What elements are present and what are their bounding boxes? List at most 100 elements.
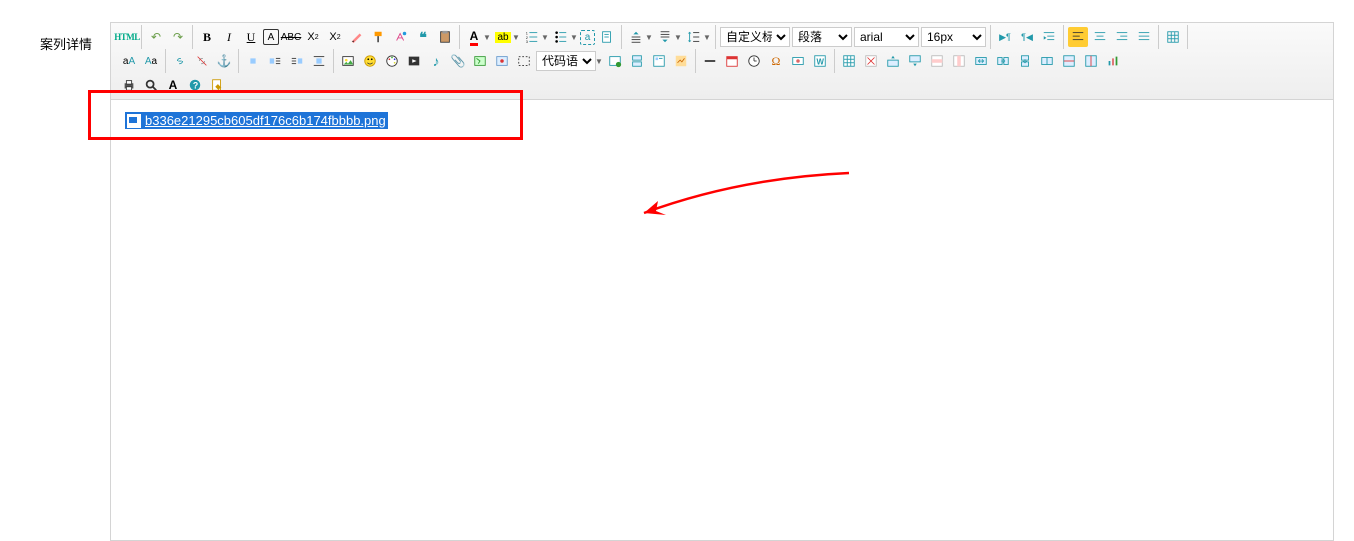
link-button[interactable] [170, 51, 190, 71]
deletetable-button[interactable] [861, 51, 881, 71]
rsb-dropdown-icon[interactable]: ▼ [674, 33, 683, 42]
insertframe-button[interactable] [514, 51, 534, 71]
lh-dropdown-icon[interactable]: ▼ [703, 33, 712, 42]
date-button[interactable] [722, 51, 742, 71]
direction-rtl-button[interactable]: ¶◀ [1017, 27, 1037, 47]
imagecenter-button[interactable] [309, 51, 329, 71]
music-button[interactable]: ♪ [426, 51, 446, 71]
inserted-image-link[interactable]: b336e21295cb605df176c6b174fbbbb.png [125, 112, 388, 129]
paragraph-select[interactable]: 段落 [792, 27, 852, 47]
selectall-button[interactable]: a [580, 30, 595, 45]
imageleft-button[interactable] [265, 51, 285, 71]
insertparagraphbefore-button[interactable] [883, 51, 903, 71]
editor-panel: HTML ↶ ↷ B I U A ABC X2 X2 ❝ [110, 0, 1354, 539]
touppercase-button[interactable]: aA [119, 51, 139, 71]
anchor-button[interactable]: ⚓ [214, 51, 234, 71]
unordered-list-button[interactable] [551, 27, 571, 47]
fontborder-button[interactable]: A [263, 29, 279, 45]
autotypeset-button[interactable] [391, 27, 411, 47]
table-button[interactable] [839, 51, 859, 71]
mergeright-button[interactable] [993, 51, 1013, 71]
preview-button[interactable] [141, 75, 161, 95]
insertimage-button[interactable] [338, 51, 358, 71]
unlink-button[interactable] [192, 51, 212, 71]
font-size-select[interactable]: 16px [921, 27, 986, 47]
redo-button[interactable]: ↷ [168, 27, 188, 47]
forecolor-dropdown-icon[interactable]: ▼ [483, 33, 492, 42]
scrawl-button[interactable] [382, 51, 402, 71]
strikethrough-button[interactable]: ABC [281, 27, 301, 47]
justify-center-button[interactable] [1090, 27, 1110, 47]
inserttable-button[interactable] [1163, 27, 1183, 47]
image-icon [127, 114, 141, 128]
editor-content-area[interactable]: b336e21295cb605df176c6b174fbbbb.png [111, 100, 1333, 540]
backcolor-button[interactable]: ab [493, 27, 513, 47]
pasteplain-button[interactable] [435, 27, 455, 47]
lineheight-button[interactable] [684, 27, 704, 47]
splittocells-button[interactable] [1037, 51, 1057, 71]
cleardoc-button[interactable] [597, 27, 617, 47]
backcolor-dropdown-icon[interactable]: ▼ [512, 33, 521, 42]
snapscreen-button[interactable] [788, 51, 808, 71]
tolowercase-button[interactable]: Aa [141, 51, 161, 71]
rowspacing-bottom-button[interactable] [655, 27, 675, 47]
spechars-button[interactable]: Ω [766, 51, 786, 71]
charts-button[interactable] [1103, 51, 1123, 71]
justify-left-button[interactable] [1068, 27, 1088, 47]
mergedown-button[interactable] [1015, 51, 1035, 71]
removeformat-button[interactable] [347, 27, 367, 47]
print-button[interactable] [119, 75, 139, 95]
insertparagraphafter-button[interactable] [905, 51, 925, 71]
justify-right-button[interactable] [1112, 27, 1132, 47]
ol-dropdown-icon[interactable]: ▼ [541, 33, 550, 42]
imagenone-button[interactable] [243, 51, 263, 71]
insertvideo-button[interactable] [404, 51, 424, 71]
forecolor-button[interactable]: A [464, 27, 484, 47]
imageright-button[interactable] [287, 51, 307, 71]
template-button[interactable] [649, 51, 669, 71]
background-button[interactable] [671, 51, 691, 71]
pagebreak-button[interactable] [627, 51, 647, 71]
superscript-button[interactable]: X2 [303, 27, 323, 47]
font-family-select[interactable]: arial [854, 27, 919, 47]
subscript-button[interactable]: X2 [325, 27, 345, 47]
mergecells-button[interactable] [971, 51, 991, 71]
gmap-button[interactable] [492, 51, 512, 71]
splittocols-button[interactable] [1081, 51, 1101, 71]
svg-text:W: W [817, 58, 825, 67]
custom-title-select[interactable]: 自定义标题 [720, 27, 790, 47]
undo-button[interactable]: ↶ [146, 27, 166, 47]
direction-ltr-button[interactable]: ▶¶ [995, 27, 1015, 47]
code-language-select[interactable]: 代码语言 [536, 51, 596, 71]
attachment-button[interactable]: 📎 [448, 51, 468, 71]
deletecol-button[interactable] [949, 51, 969, 71]
justify-full-button[interactable] [1134, 27, 1154, 47]
svg-text:2: 2 [526, 36, 528, 40]
map-button[interactable] [470, 51, 490, 71]
formatmatch-button[interactable] [369, 27, 389, 47]
bold-button[interactable]: B [197, 27, 217, 47]
code-dropdown-icon[interactable]: ▼ [595, 57, 604, 66]
wordimage-button[interactable]: W [810, 51, 830, 71]
deleterow-button[interactable] [927, 51, 947, 71]
time-button[interactable] [744, 51, 764, 71]
toolbar: HTML ↶ ↷ B I U A ABC X2 X2 ❝ [111, 23, 1333, 100]
svg-text:3: 3 [526, 40, 528, 44]
ordered-list-button[interactable]: 123 [522, 27, 542, 47]
italic-button[interactable]: I [219, 27, 239, 47]
blockquote-button[interactable]: ❝ [413, 27, 433, 47]
drafts-button[interactable] [207, 75, 227, 95]
source-html-button[interactable]: HTML [117, 27, 137, 47]
help-button[interactable]: ? [185, 75, 205, 95]
indent-button[interactable] [1039, 27, 1059, 47]
emotion-button[interactable] [360, 51, 380, 71]
file-name-text: b336e21295cb605df176c6b174fbbbb.png [145, 113, 386, 128]
rowspacing-top-button[interactable] [626, 27, 646, 47]
horizontal-rule-button[interactable] [700, 51, 720, 71]
ul-dropdown-icon[interactable]: ▼ [570, 33, 579, 42]
rst-dropdown-icon[interactable]: ▼ [645, 33, 654, 42]
searchreplace-button[interactable]: A [163, 75, 183, 95]
webapp-button[interactable] [605, 51, 625, 71]
underline-button[interactable]: U [241, 27, 261, 47]
splittorows-button[interactable] [1059, 51, 1079, 71]
